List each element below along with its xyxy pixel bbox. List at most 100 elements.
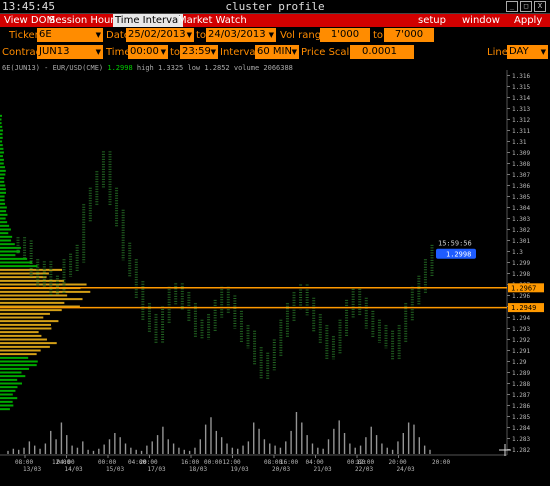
price-tick-label: 1.311 <box>512 128 530 135</box>
date-to-value: 24/03/2013 <box>208 29 266 40</box>
price-tick-label: 1.315 <box>512 84 530 91</box>
price-scale-label: Price Scale <box>301 47 356 58</box>
price-level-label: 1.2967 <box>511 284 536 292</box>
time-tick-label: 04:00 <box>306 459 324 466</box>
chevron-down-icon: ▼ <box>186 31 192 39</box>
time-tick-date: 17/03 <box>148 466 166 473</box>
price-tick-label: 1.283 <box>512 436 530 443</box>
line-select[interactable]: DAY ▼ <box>507 45 548 59</box>
price-tick-label: 1.305 <box>512 194 530 201</box>
setup-button[interactable]: setup <box>416 14 448 27</box>
chart-plot[interactable]: 1.316 1.315 1.314 1.313 1.312 1.311 1.31 1.309 1… <box>0 62 550 486</box>
menu-time-interval[interactable]: Time Interval <box>113 14 183 27</box>
line-value: DAY <box>509 46 529 57</box>
price-tick-label: 1.29 <box>512 359 527 366</box>
time-tick-label: 16:00 <box>181 459 199 466</box>
time-tick-label: 16:00 <box>280 459 298 466</box>
close-icon[interactable]: X <box>534 1 546 12</box>
price-tick-label: 1.31 <box>512 139 527 146</box>
price-tick-label: 1.3 <box>512 249 523 256</box>
price-tick-label: 1.284 <box>512 425 530 432</box>
chevron-down-icon: ▼ <box>95 31 101 39</box>
price-tick-label: 1.302 <box>512 227 530 234</box>
time-tick-label: 12:00 <box>223 459 241 466</box>
time-tick-label: 20:00 <box>432 459 450 466</box>
price-tick-label: 1.292 <box>512 337 530 344</box>
price-tick-label: 1.296 <box>512 293 530 300</box>
settings-row-2: Contract JUN13 ▼ Time 00:00 ▼ to 23:59 ▼ In… <box>0 44 550 61</box>
price-tick-label: 1.301 <box>512 238 530 245</box>
time-tick-date: 22/03 <box>355 466 373 473</box>
last-price-label: 1.2998 <box>446 251 471 259</box>
menu-bar: View DOM Session Hours Time Interval Mar… <box>0 14 550 27</box>
price-tick-label: 1.287 <box>512 392 530 399</box>
vol-from-input[interactable]: 1'000 <box>320 28 370 42</box>
ticker-label: Ticker <box>9 30 39 41</box>
menu-market-watch[interactable]: Market Watch <box>176 14 249 27</box>
time-tick-label: 20:00 <box>389 459 407 466</box>
chevron-down-icon: ▼ <box>160 48 166 56</box>
price-tick-label: 1.289 <box>512 370 530 377</box>
price-tick-label: 1.309 <box>512 150 530 157</box>
interval-label: Interval <box>220 47 259 58</box>
contract-select[interactable]: JUN13 ▼ <box>37 45 103 59</box>
settings-row-1: Ticker 6E ▼ Date 25/02/2013 ▼ to 24/03/201… <box>0 27 550 44</box>
price-tick-label: 1.313 <box>512 106 530 113</box>
time-tick-date: 14/03 <box>65 466 83 473</box>
time-to-label: to <box>170 47 181 58</box>
ticker-select[interactable]: 6E ▼ <box>37 28 103 42</box>
price-tick-label: 1.293 <box>512 326 530 333</box>
ticker-value: 6E <box>39 29 52 40</box>
maximize-icon[interactable]: □ <box>520 1 532 12</box>
time-tick-date: 18/03 <box>189 466 207 473</box>
time-tick-label: 00:00 <box>204 459 222 466</box>
interval-value: 60 MIN <box>257 46 292 57</box>
time-label: Time <box>106 47 131 58</box>
cluster-chart[interactable]: 6E(JUN13) - EUR/USD(CME) 1.2998 high 1.3… <box>0 62 550 486</box>
menu-session-hours[interactable]: Session Hours <box>47 14 122 27</box>
title-bar: 13:45:45 cluster profile _ □ X <box>0 0 550 14</box>
vol-to-label: to <box>373 30 384 41</box>
price-tick-label: 1.282 <box>512 447 530 454</box>
price-tick-label: 1.316 <box>512 73 530 80</box>
window-button[interactable]: window <box>460 14 502 27</box>
time-tick-date: 13/03 <box>23 466 41 473</box>
price-tick-label: 1.291 <box>512 348 530 355</box>
time-tick-date: 15/03 <box>106 466 124 473</box>
time-tick-label: 04:00 <box>128 459 146 466</box>
time-tick-date: 24/03 <box>397 466 415 473</box>
time-tick-label: 12:00 <box>52 459 70 466</box>
time-to-select[interactable]: 23:59 ▼ <box>180 45 218 59</box>
date-to-label: to <box>196 30 207 41</box>
time-tick-label: 12:00 <box>356 459 374 466</box>
time-tick-date: 21/03 <box>314 466 332 473</box>
minimize-icon[interactable]: _ <box>506 1 518 12</box>
price-tick-label: 1.286 <box>512 403 530 410</box>
price-level-label: 1.2949 <box>511 304 536 312</box>
price-tick-label: 1.303 <box>512 216 530 223</box>
chevron-down-icon: ▼ <box>291 48 297 56</box>
time-tick-date: 19/03 <box>231 466 249 473</box>
vol-to-input[interactable]: 7'000 <box>384 28 434 42</box>
line-label: Line <box>487 47 508 58</box>
chevron-down-icon: ▼ <box>540 48 546 56</box>
apply-button[interactable]: Apply <box>512 14 544 27</box>
date-from-select[interactable]: 25/02/2013 ▼ <box>126 28 194 42</box>
chevron-down-icon: ▼ <box>95 48 101 56</box>
date-from-value: 25/02/2013 <box>128 29 186 40</box>
time-tick-label: 08:00 <box>15 459 33 466</box>
contract-value: JUN13 <box>39 46 70 57</box>
price-tick-label: 1.299 <box>512 260 530 267</box>
price-tick-label: 1.304 <box>512 205 530 212</box>
last-time-label: 15:59:56 <box>438 240 472 248</box>
price-scale-input[interactable]: 0.0001 <box>350 45 414 59</box>
window-controls: _ □ X <box>506 1 546 12</box>
chevron-down-icon: ▼ <box>268 31 274 39</box>
time-to-value: 23:59 <box>182 46 211 57</box>
time-from-value: 00:00 <box>130 46 159 57</box>
price-tick-label: 1.312 <box>512 117 530 124</box>
interval-select[interactable]: 60 MIN ▼ <box>255 45 299 59</box>
window-title: cluster profile <box>225 0 325 13</box>
time-from-select[interactable]: 00:00 ▼ <box>128 45 168 59</box>
date-to-select[interactable]: 24/03/2013 ▼ <box>206 28 276 42</box>
